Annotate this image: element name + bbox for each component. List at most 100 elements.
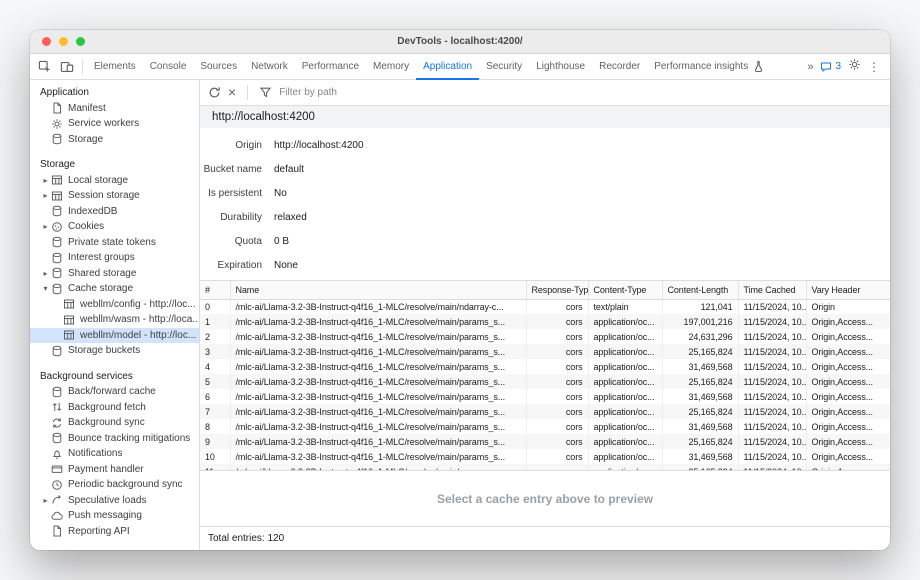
tab-console[interactable]: Console [143,54,194,80]
sidebar-item-push-messaging[interactable]: Push messaging [30,508,199,524]
table-cell: 11/15/2024, 10... [738,359,806,374]
sidebar-item-back-forward-cache[interactable]: Back/forward cache [30,384,199,400]
table-row[interactable]: 9/mlc-ai/Llama-3.2-3B-Instruct-q4f16_1-M… [200,434,890,449]
chevron-down-icon[interactable]: ▾ [40,284,51,293]
chevron-right-icon[interactable]: ▸ [40,496,51,505]
sidebar-item-notifications[interactable]: Notifications [30,446,199,462]
metadata-label: Bucket name [200,158,262,182]
minimize-window-button[interactable] [59,37,68,46]
column-header[interactable]: Content-Type [588,281,662,299]
sidebar-item-background-sync[interactable]: Background sync [30,415,199,431]
sidebar-item-cookies[interactable]: ▸Cookies [30,219,199,235]
table-cell: application/oc... [588,329,662,344]
sidebar-item-session-storage[interactable]: ▸Session storage [30,188,199,204]
sidebar-item-storage[interactable]: Storage [30,132,199,148]
sidebar-item-bounce-tracking-mitigations[interactable]: Bounce tracking mitigations [30,431,199,447]
cache-toolbar: × [200,80,890,106]
table-row[interactable]: 3/mlc-ai/Llama-3.2-3B-Instruct-q4f16_1-M… [200,344,890,359]
table-cell: 25,165,824 [662,344,738,359]
sidebar-item-speculative-loads[interactable]: ▸Speculative loads [30,493,199,509]
table-icon [51,174,63,186]
zoom-window-button[interactable] [76,37,85,46]
column-header[interactable]: # [200,281,230,299]
device-toolbar-icon[interactable] [56,56,78,78]
metadata-row: Is persistentNo [200,182,890,206]
sidebar-item-webllm-config[interactable]: webllm/config - http://loc... [30,297,199,313]
table-cell: 31,469,568 [662,419,738,434]
table-row[interactable]: 5/mlc-ai/Llama-3.2-3B-Instruct-q4f16_1-M… [200,374,890,389]
tab-application[interactable]: Application [416,54,479,80]
table-cell: 11/15/2024, 10... [738,329,806,344]
table-row[interactable]: 0/mlc-ai/Llama-3.2-3B-Instruct-q4f16_1-M… [200,299,890,314]
messages-badge[interactable]: 3 [820,61,841,73]
table-row[interactable]: 7/mlc-ai/Llama-3.2-3B-Instruct-q4f16_1-M… [200,404,890,419]
database-icon [51,252,63,264]
table-row[interactable]: 1/mlc-ai/Llama-3.2-3B-Instruct-q4f16_1-M… [200,314,890,329]
inspect-cursor-icon[interactable] [34,56,56,78]
sidebar-item-webllm-model[interactable]: webllm/model - http://loc... [30,328,199,344]
metadata-row: Quota0 B [200,230,890,254]
three-dots-menu-icon[interactable]: ⋮ [868,60,880,74]
database-icon [51,283,63,295]
sidebar-item-periodic-background-sync[interactable]: Periodic background sync [30,477,199,493]
sidebar-item-private-state-tokens[interactable]: Private state tokens [30,235,199,251]
table-cell: cors [526,344,588,359]
database-icon [51,205,63,217]
column-header[interactable]: Vary Header [806,281,890,299]
cache-metadata: Originhttp://localhost:4200 Bucket named… [200,128,890,280]
table-cell: /mlc-ai/Llama-3.2-3B-Instruct-q4f16_1-ML… [230,329,526,344]
refresh-icon[interactable] [208,86,221,99]
column-header[interactable]: Content-Length [662,281,738,299]
chevron-right-icon[interactable]: ▸ [40,191,51,200]
tab-security[interactable]: Security [479,54,529,80]
tab-elements[interactable]: Elements [87,54,143,80]
chevron-right-icon[interactable]: ▸ [40,176,51,185]
window-titlebar[interactable]: DevTools - localhost:4200/ [30,30,890,54]
column-header[interactable]: Response-Type [526,281,588,299]
table-cell: 25,165,824 [662,434,738,449]
table-cell: cors [526,419,588,434]
sidebar-item-shared-storage[interactable]: ▸Shared storage [30,266,199,282]
more-tabs-icon[interactable]: » [807,61,813,73]
chevron-right-icon[interactable]: ▸ [40,269,51,278]
sidebar-item-service-workers[interactable]: Service workers [30,116,199,132]
sidebar-item-webllm-wasm[interactable]: webllm/wasm - http://loca... [30,312,199,328]
clock-icon [51,479,63,491]
tab-performance-insights[interactable]: Performance insights [647,54,772,80]
table-cell: 11/15/2024, 10... [738,344,806,359]
sidebar-item-storage-buckets[interactable]: Storage buckets [30,343,199,359]
sidebar-item-reporting-api[interactable]: Reporting API [30,524,199,540]
table-row[interactable]: 2/mlc-ai/Llama-3.2-3B-Instruct-q4f16_1-M… [200,329,890,344]
sidebar-item-cache-storage[interactable]: ▾Cache storage [30,281,199,297]
settings-gear-icon[interactable] [848,58,861,76]
sidebar-item-manifest[interactable]: Manifest [30,101,199,117]
sidebar-item-background-fetch[interactable]: Background fetch [30,400,199,416]
tab-memory[interactable]: Memory [366,54,416,80]
sidebar-item-payment-handler[interactable]: Payment handler [30,462,199,478]
column-header[interactable]: Time Cached [738,281,806,299]
table-cell: 9 [200,434,230,449]
sidebar-item-interest-groups[interactable]: Interest groups [30,250,199,266]
table-row[interactable]: 4/mlc-ai/Llama-3.2-3B-Instruct-q4f16_1-M… [200,359,890,374]
table-cell: 31,469,568 [662,449,738,464]
column-header[interactable]: Name [230,281,526,299]
table-row[interactable]: 6/mlc-ai/Llama-3.2-3B-Instruct-q4f16_1-M… [200,389,890,404]
tab-recorder[interactable]: Recorder [592,54,647,80]
chevron-right-icon[interactable]: ▸ [40,222,51,231]
tab-sources[interactable]: Sources [193,54,244,80]
devtools-window: DevTools - localhost:4200/ Elements Cons… [30,30,890,550]
cookie-icon [51,221,63,233]
table-row[interactable]: 10/mlc-ai/Llama-3.2-3B-Instruct-q4f16_1-… [200,449,890,464]
filter-input[interactable] [279,87,479,98]
sidebar-item-local-storage[interactable]: ▸Local storage [30,173,199,189]
sidebar-item-indexeddb[interactable]: IndexedDB [30,204,199,220]
clear-icon[interactable]: × [228,86,236,99]
tab-lighthouse[interactable]: Lighthouse [529,54,592,80]
table-cell: application/oc... [588,314,662,329]
table-cell: application/oc... [588,404,662,419]
tab-network[interactable]: Network [244,54,295,80]
table-cell: 31,469,568 [662,389,738,404]
close-window-button[interactable] [42,37,51,46]
table-row[interactable]: 8/mlc-ai/Llama-3.2-3B-Instruct-q4f16_1-M… [200,419,890,434]
tab-performance[interactable]: Performance [295,54,366,80]
